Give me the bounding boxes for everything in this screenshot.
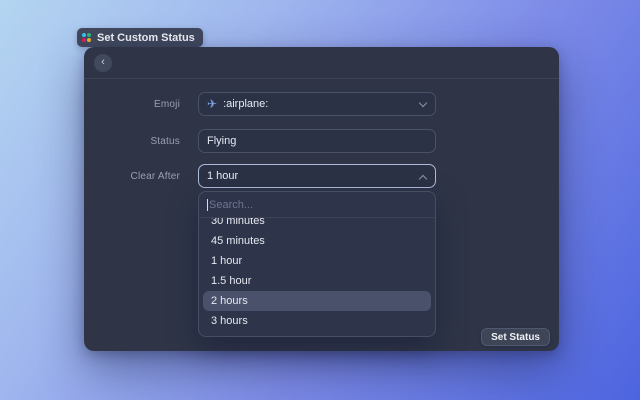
option-30-minutes[interactable]: 30 minutes: [203, 218, 431, 231]
set-status-button[interactable]: Set Status: [481, 328, 550, 346]
slack-icon: [82, 32, 92, 43]
option-1-hour[interactable]: 1 hour: [203, 251, 431, 271]
chevron-left-icon: ‹: [101, 56, 105, 68]
emoji-label: Emoji: [153, 98, 180, 110]
emoji-select-value: :airplane:: [223, 98, 269, 110]
status-label: Status: [150, 135, 180, 147]
dropdown-search-input[interactable]: [199, 192, 435, 217]
window-title: Set Custom Status: [97, 31, 195, 44]
back-button[interactable]: ‹: [94, 54, 112, 72]
set-status-button-label: Set Status: [491, 331, 540, 343]
option-1-5-hour[interactable]: 1.5 hour: [203, 271, 431, 291]
status-input[interactable]: [198, 129, 436, 153]
option-3-hours[interactable]: 3 hours: [203, 311, 431, 331]
chevron-up-icon: [420, 173, 427, 180]
set-custom-status-dialog: ‹ Emoji ✈ :airplane: Status Clear After …: [84, 47, 559, 351]
dialog-header: ‹: [84, 47, 559, 79]
option-2-hours[interactable]: 2 hours: [203, 291, 431, 311]
clear-after-label: Clear After: [130, 170, 180, 182]
clear-after-select[interactable]: 1 hour: [198, 164, 436, 188]
airplane-emoji-icon: ✈: [207, 97, 218, 111]
dropdown-option-list: 30 minutes 45 minutes 1 hour 1.5 hour 2 …: [199, 218, 435, 336]
chevron-down-icon: [420, 101, 427, 108]
option-45-minutes[interactable]: 45 minutes: [203, 231, 431, 251]
clear-after-select-value: 1 hour: [207, 170, 239, 182]
text-cursor: [207, 199, 208, 211]
dropdown-search-row: [199, 192, 435, 218]
window-title-badge: Set Custom Status: [77, 28, 203, 47]
clear-after-dropdown-panel: 30 minutes 45 minutes 1 hour 1.5 hour 2 …: [198, 191, 436, 337]
emoji-select[interactable]: ✈ :airplane:: [198, 92, 436, 116]
